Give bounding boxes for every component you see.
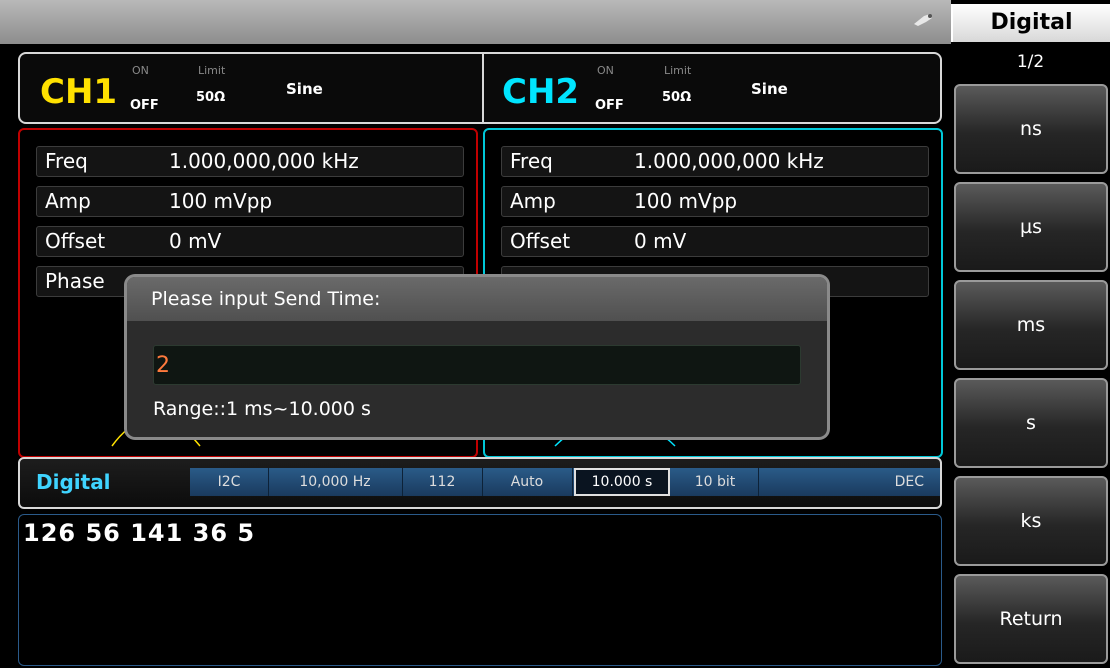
- ks-button[interactable]: ks: [954, 476, 1108, 566]
- digital-title: Digital: [36, 470, 111, 494]
- ch1-limit-label: Limit: [198, 64, 226, 77]
- digital-param-strip: I2C 10,000 Hz 112 Auto 10.000 s 10 bit D…: [190, 468, 940, 496]
- ch2-impedance: 50Ω: [662, 90, 692, 105]
- ch1-off-state: OFF: [130, 98, 159, 113]
- format-field[interactable]: DEC: [758, 468, 940, 496]
- dialog-title: Please input Send Time:: [127, 277, 827, 321]
- us-button[interactable]: µs: [954, 182, 1108, 272]
- ch1-amp-row[interactable]: Amp 100 mVpp: [36, 186, 464, 217]
- param-value: 1.000,000,000 kHz: [169, 149, 359, 173]
- menu-page-indicator: 1/2: [1016, 52, 1045, 72]
- send-time-input[interactable]: 2: [153, 345, 801, 385]
- address-field[interactable]: 112: [402, 468, 483, 496]
- data-area[interactable]: 126 56 141 36 5: [18, 514, 942, 666]
- s-button[interactable]: s: [954, 378, 1108, 468]
- param-key: Amp: [45, 189, 91, 213]
- ch1-on-label: ON: [132, 64, 149, 77]
- param-value: 100 mVpp: [634, 189, 738, 213]
- param-key: Offset: [510, 229, 571, 253]
- dialog-range-hint: Range::1 ms~10.000 s: [153, 398, 371, 420]
- ch1-freq-row[interactable]: Freq 1.000,000,000 kHz: [36, 146, 464, 177]
- param-value: 0 mV: [169, 229, 222, 253]
- ch2-amp-row[interactable]: Amp 100 mVpp: [501, 186, 929, 217]
- ch2-limit-label: Limit: [664, 64, 692, 77]
- status-bar: [0, 0, 951, 44]
- ch1-label[interactable]: CH1: [40, 72, 117, 112]
- ch2-off-state: OFF: [595, 98, 624, 113]
- ch2-on-label: ON: [597, 64, 614, 77]
- param-value: 0 mV: [634, 229, 687, 253]
- mode-field[interactable]: Auto: [482, 468, 573, 496]
- param-value: 100 mVpp: [169, 189, 273, 213]
- bits-field[interactable]: 10 bit: [672, 468, 759, 496]
- usb-icon: [914, 14, 932, 26]
- param-key: Offset: [45, 229, 106, 253]
- channel-divider: [482, 54, 484, 122]
- ch2-label[interactable]: CH2: [502, 72, 579, 112]
- softkey-panel: Digital 1/2 ns µs ms s ks Return: [951, 0, 1110, 668]
- param-key: Freq: [510, 149, 553, 173]
- ch1-waveform: Sine: [286, 80, 323, 98]
- ch2-waveform: Sine: [751, 80, 788, 98]
- param-value: 1.000,000,000 kHz: [634, 149, 824, 173]
- protocol-field[interactable]: I2C: [190, 468, 269, 496]
- ch2-freq-row[interactable]: Freq 1.000,000,000 kHz: [501, 146, 929, 177]
- channel-header: CH1 ON OFF Limit 50Ω Sine CH2 ON OFF Lim…: [18, 52, 942, 124]
- digital-settings-bar: Digital I2C 10,000 Hz 112 Auto 10.000 s …: [18, 457, 942, 509]
- data-text: 126 56 141 36 5: [23, 519, 256, 547]
- param-key: Freq: [45, 149, 88, 173]
- ms-button[interactable]: ms: [954, 280, 1108, 370]
- param-key: Phase: [45, 269, 105, 293]
- ch2-offset-row[interactable]: Offset 0 mV: [501, 226, 929, 257]
- menu-title: Digital: [951, 4, 1110, 42]
- param-key: Amp: [510, 189, 556, 213]
- send-time-dialog: Please input Send Time: 2 Range::1 ms~10…: [127, 277, 827, 437]
- send-time-field[interactable]: 10.000 s: [574, 468, 670, 496]
- rate-field[interactable]: 10,000 Hz: [268, 468, 403, 496]
- ch1-impedance: 50Ω: [196, 90, 226, 105]
- ns-button[interactable]: ns: [954, 84, 1108, 174]
- ch1-offset-row[interactable]: Offset 0 mV: [36, 226, 464, 257]
- return-button[interactable]: Return: [954, 574, 1108, 664]
